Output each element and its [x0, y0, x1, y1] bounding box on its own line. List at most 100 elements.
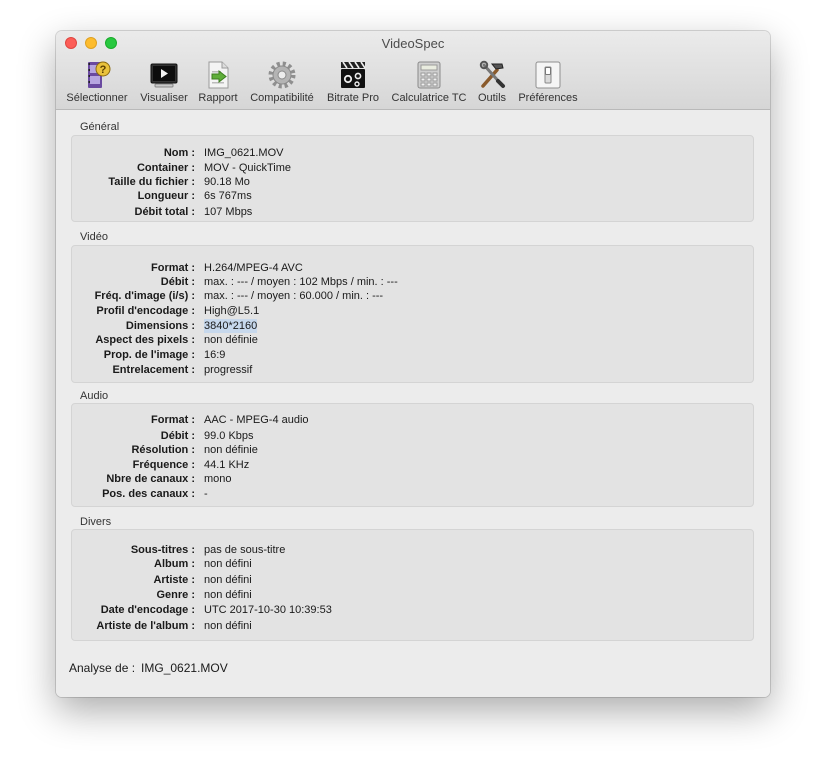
- info-value: non défini: [204, 589, 252, 601]
- info-row: Format : H.264/MPEG-4 AVC: [72, 261, 753, 275]
- info-row: Sous-titres : pas de sous-titre: [72, 543, 753, 557]
- info-row: Fréq. d'image (i/s) : max. : --- / moyen …: [72, 289, 753, 303]
- info-row: Entrelacement : progressif: [72, 363, 753, 377]
- info-label: Date d'encodage :: [100, 604, 195, 616]
- section-title-divers: Divers: [80, 516, 112, 528]
- monitor-play-icon: [148, 59, 180, 91]
- switch-icon: [532, 59, 564, 91]
- section-title-video: Vidéo: [80, 231, 108, 243]
- section-title-general: Général: [80, 121, 120, 133]
- export-document-icon: [202, 59, 234, 91]
- section-video-box: Format : H.264/MPEG-4 AVC Débit : max. : -…: [71, 245, 754, 383]
- section-divers-box: Sous-titres : pas de sous-titre Album : no…: [71, 529, 754, 641]
- info-label: Genre :: [156, 589, 195, 601]
- title-bar: VideoSpec ? Sélectionner Visualiser Rapp…: [56, 31, 770, 110]
- info-row: Container : MOV - QuickTime: [72, 161, 753, 175]
- info-value: 44.1 KHz: [204, 459, 250, 471]
- info-label: Container :: [136, 162, 195, 174]
- info-label: Nom :: [163, 147, 195, 159]
- info-row: Artiste : non défini: [72, 573, 753, 587]
- toolbar-label: Rapport: [198, 92, 238, 104]
- info-value: H.264/MPEG-4 AVC: [204, 262, 303, 274]
- info-value: -: [204, 488, 208, 500]
- info-row: Résolution : non définie: [72, 443, 753, 457]
- info-label: Aspect des pixels :: [95, 334, 195, 346]
- info-label: Nbre de canaux :: [106, 473, 195, 485]
- info-label: Longueur :: [137, 190, 195, 202]
- info-label: Pos. des canaux :: [102, 488, 195, 500]
- info-value: 90.18 Mo: [204, 176, 250, 188]
- info-row: Nbre de canaux : mono: [72, 472, 753, 486]
- info-label: Sous-titres :: [130, 544, 195, 556]
- info-value: max. : --- / moyen : 102 Mbps / min. : -…: [204, 276, 398, 288]
- info-value: non définie: [204, 334, 258, 346]
- info-row: Prop. de l'image : 16:9: [72, 348, 753, 362]
- toolbar-label: Compatibilité: [250, 92, 314, 104]
- info-label: Fréq. d'image (i/s) :: [94, 290, 195, 302]
- info-row: Nom : IMG_0621.MOV: [72, 146, 753, 160]
- info-label: Taille du fichier :: [108, 176, 195, 188]
- info-row: Artiste de l'album : non défini: [72, 619, 753, 633]
- footer-filename: IMG_0621.MOV: [141, 661, 228, 675]
- svg-text:?: ?: [100, 64, 107, 76]
- info-value: 107 Mbps: [204, 206, 253, 218]
- info-row: Longueur : 6s 767ms: [72, 189, 753, 203]
- info-row: Débit : 99.0 Kbps: [72, 429, 753, 443]
- section-general-box: Nom : IMG_0621.MOV Container : MOV - Quick…: [71, 135, 754, 222]
- info-row: Profil d'encodage : High@L5.1: [72, 304, 753, 318]
- analysis-footer: Analyse de : IMG_0621.MOV: [69, 661, 228, 675]
- info-value: IMG_0621.MOV: [204, 147, 284, 159]
- info-value: non défini: [204, 620, 252, 632]
- toolbar-label: Outils: [477, 92, 507, 104]
- info-row: Taille du fichier : 90.18 Mo: [72, 175, 753, 189]
- info-value: max. : --- / moyen : 60.000 / min. : ---: [204, 290, 384, 302]
- window-title: VideoSpec: [381, 36, 445, 51]
- info-row: Format : AAC - MPEG-4 audio: [72, 413, 753, 427]
- info-row: Aspect des pixels : non définie: [72, 333, 753, 347]
- info-row: Pos. des canaux :-: [72, 487, 753, 501]
- info-label: Format :: [151, 262, 195, 274]
- info-row: Genre : non défini: [72, 588, 753, 602]
- info-value: MOV - QuickTime: [204, 162, 291, 174]
- toolbar-label: Visualiser: [140, 92, 188, 104]
- toolbar-label: Sélectionner: [66, 92, 128, 104]
- info-label: Dimensions :: [125, 320, 195, 332]
- info-row: Dimensions : 3840*2160: [72, 319, 753, 333]
- info-label: Artiste :: [153, 574, 195, 586]
- toolbar-label: Calculatrice TC: [391, 92, 467, 104]
- info-label: Album :: [154, 558, 195, 570]
- info-value: progressif: [204, 364, 253, 376]
- info-label: Entrelacement :: [112, 364, 195, 376]
- info-value: 99.0 Kbps: [204, 430, 254, 442]
- info-value: High@L5.1: [204, 305, 260, 317]
- info-value: non défini: [204, 558, 252, 570]
- info-value: non défini: [204, 574, 252, 586]
- toolbar-label: Bitrate Pro: [327, 92, 379, 104]
- info-row: Album : non défini: [72, 557, 753, 571]
- toolbar-label: Préférences: [518, 92, 578, 104]
- info-label: Fréquence :: [132, 459, 195, 471]
- info-label: Résolution :: [131, 444, 195, 456]
- info-label: Profil d'encodage :: [96, 305, 195, 317]
- section-audio-box: Format : AAC - MPEG-4 audio Débit : 99.0 K…: [71, 403, 754, 507]
- info-value: 16:9: [204, 349, 226, 361]
- tools-icon: [476, 59, 508, 91]
- info-value: 6s 767ms: [204, 190, 252, 202]
- app-window: VideoSpec ? Sélectionner Visualiser Rapp…: [56, 31, 770, 697]
- film-question-icon: ?: [81, 59, 113, 91]
- info-row: Débit : max. : --- / moyen : 102 Mbps / m…: [72, 275, 753, 289]
- content-area: Général Nom : IMG_0621.MOV Container : MOV…: [56, 110, 770, 697]
- info-value: pas de sous-titre: [204, 544, 286, 556]
- info-value: non définie: [204, 444, 258, 456]
- info-label: Format :: [151, 414, 195, 426]
- info-label: Débit :: [160, 430, 195, 442]
- info-label: Prop. de l'image :: [103, 349, 195, 361]
- info-value: UTC 2017-10-30 10:39:53: [204, 604, 332, 616]
- info-value: mono: [204, 473, 232, 485]
- info-value-selected[interactable]: 3840*2160: [204, 319, 258, 333]
- info-row: Débit total : 107 Mbps: [72, 205, 753, 219]
- section-title-audio: Audio: [80, 390, 109, 402]
- info-label: Débit total :: [134, 206, 196, 218]
- info-label: Débit :: [160, 276, 195, 288]
- info-row: Fréquence : 44.1 KHz: [72, 458, 753, 472]
